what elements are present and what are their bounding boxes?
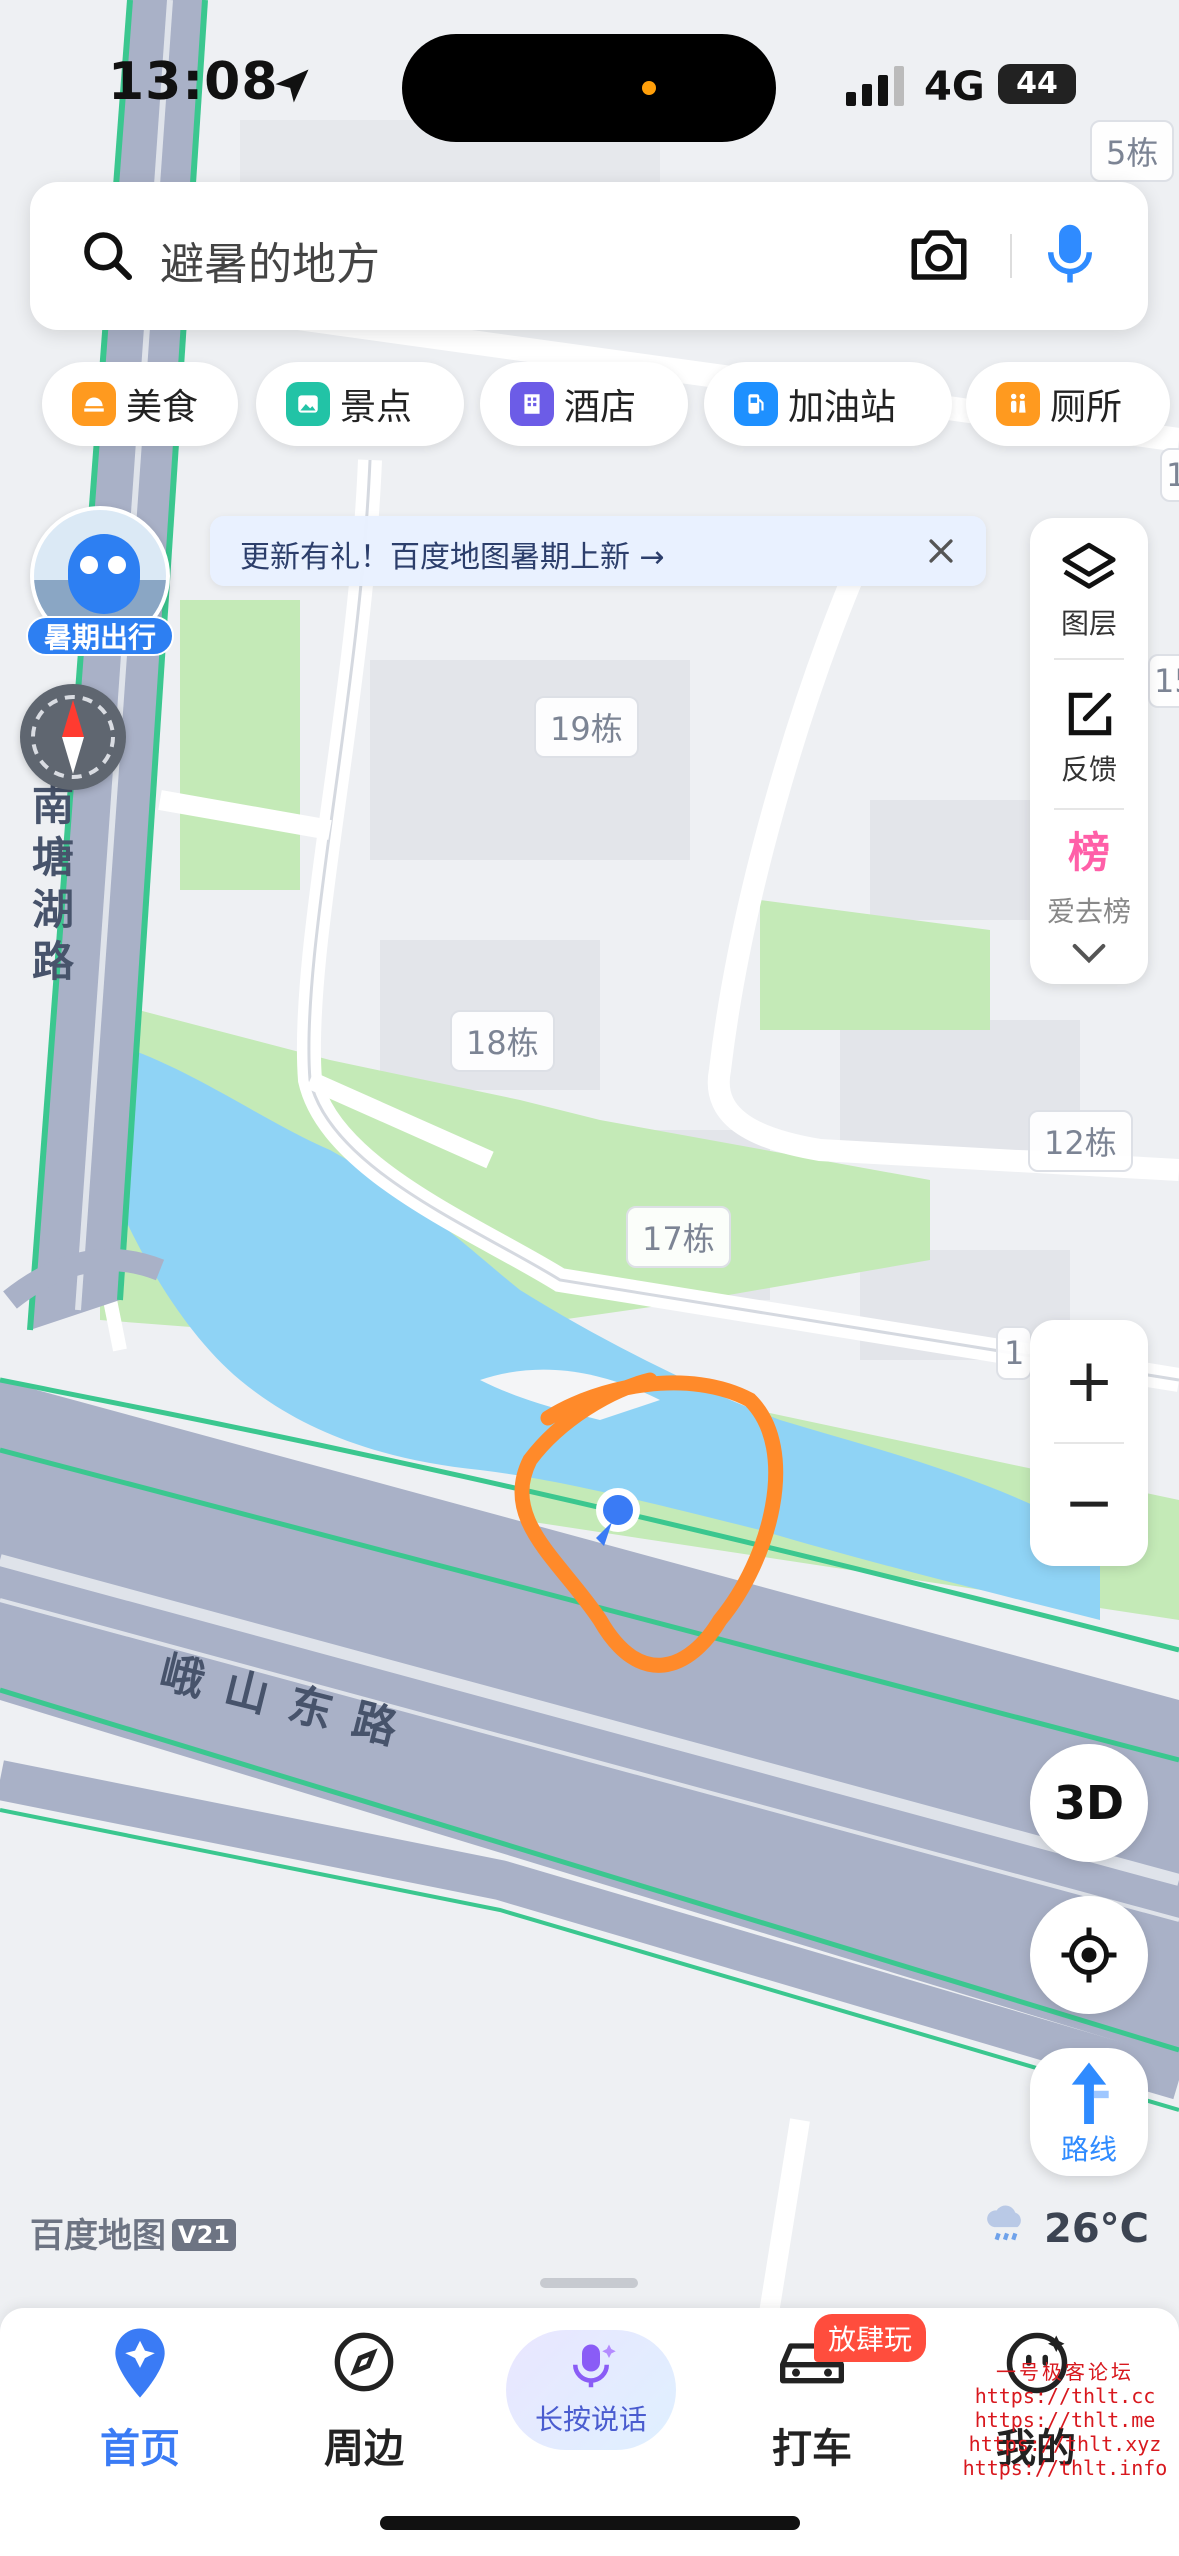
road-name-nantanghu: 南塘湖路 (31, 781, 74, 986)
network-type: 4G (924, 64, 985, 110)
chip-label: 美食 (126, 387, 199, 428)
building-label: 19栋 (534, 696, 639, 758)
green-area (180, 600, 300, 890)
search-input[interactable]: 避暑的地方 (160, 228, 380, 292)
cloud-rain-icon (987, 2205, 1021, 2241)
food-icon (72, 382, 116, 426)
scenic-icon (286, 382, 330, 426)
ranking-label: 爱去榜 (1046, 895, 1131, 928)
locate-icon (1061, 1927, 1117, 1983)
layers-button[interactable]: 图层 (1030, 518, 1148, 648)
layers-icon (1062, 542, 1116, 589)
signal-icon (846, 66, 904, 106)
chip-label: 景点 (340, 387, 413, 428)
map-version: V21 (172, 2219, 236, 2251)
nav-nearby[interactable]: 周边 (264, 2320, 464, 2480)
feedback-icon (1068, 692, 1112, 736)
chip-label: 加油站 (788, 387, 897, 428)
summer-travel-promo[interactable]: 暑期出行 (26, 506, 174, 656)
status-time: 13:08 (108, 52, 279, 112)
gas-station-icon (734, 382, 778, 426)
route-button[interactable]: 路线 (1030, 2048, 1148, 2176)
building-label: 5栋 (1090, 120, 1175, 182)
ranking-icon: 榜 (1067, 828, 1110, 877)
home-map-pin-icon (115, 2328, 165, 2398)
zoom-out-button[interactable]: − (1030, 1444, 1148, 1566)
taxi-promo-badge: 放肆玩 (814, 2314, 927, 2362)
map-tools-panel: 图层 反馈 榜 爱去榜 (1030, 518, 1148, 984)
category-gas-station[interactable]: 加油站 (704, 362, 952, 446)
search-divider (1010, 234, 1012, 278)
category-hotel[interactable]: 酒店 (480, 362, 688, 446)
voice-label: 长按说话 (534, 2403, 647, 2436)
nav-home[interactable]: 首页 (40, 2320, 240, 2480)
category-toilet[interactable]: 厕所 (966, 362, 1170, 446)
camera-icon[interactable] (906, 224, 972, 286)
feedback-label: 反馈 (1060, 753, 1117, 786)
toilet-icon (996, 382, 1040, 426)
building-label: 12栋 (1028, 1110, 1133, 1172)
dynamic-island (402, 34, 776, 142)
route-arrow-icon (1071, 2062, 1109, 2124)
category-food[interactable]: 美食 (42, 362, 238, 446)
battery-icon: 44 (998, 64, 1076, 104)
building-label: 1 (996, 1326, 1033, 1380)
close-icon[interactable] (924, 534, 958, 568)
location-services-icon (275, 69, 309, 103)
zoom-controls: + − (1030, 1320, 1148, 1566)
sheet-grabber[interactable] (540, 2278, 638, 2288)
chevron-down-icon[interactable] (1070, 940, 1108, 968)
microphone-icon[interactable] (1042, 222, 1098, 288)
update-banner[interactable]: 更新有礼！百度地图暑期上新 → (210, 516, 986, 586)
voice-button[interactable]: 长按说话 (506, 2330, 676, 2450)
banner-text: 更新有礼！百度地图暑期上新 → (240, 540, 665, 575)
search-bar[interactable]: 避暑的地方 (30, 182, 1148, 330)
compass-nav-icon (334, 2332, 394, 2392)
category-scenic[interactable]: 景点 (256, 362, 464, 446)
privacy-indicator-dot (642, 81, 656, 95)
nav-home-label: 首页 (100, 2426, 180, 2472)
chip-label: 厕所 (1050, 387, 1123, 428)
search-icon (84, 232, 133, 281)
promo-label: 暑期出行 (26, 616, 174, 656)
compass-icon (31, 695, 115, 779)
feedback-button[interactable]: 反馈 (1030, 668, 1148, 798)
map-logo: 百度地图 V21 (30, 2208, 236, 2257)
voice-mic-icon (573, 2344, 616, 2388)
building-label: 1 (1160, 448, 1179, 502)
zoom-in-button[interactable]: + (1030, 1320, 1148, 1442)
building-block (370, 660, 690, 860)
building-label: 15 (1148, 654, 1179, 708)
building-label: 17栋 (626, 1206, 731, 1268)
compass-button[interactable] (20, 684, 126, 790)
weather-temperature: 26°C (1044, 2206, 1150, 2252)
layers-label: 图层 (1060, 607, 1117, 640)
ranking-button[interactable]: 榜 爱去榜 (1030, 818, 1148, 948)
chip-label: 酒店 (564, 387, 637, 428)
route-label: 路线 (1060, 2133, 1117, 2166)
3d-toggle-button[interactable]: 3D (1030, 1744, 1148, 1862)
locate-me-button[interactable] (1030, 1896, 1148, 2014)
nav-taxi-label: 打车 (772, 2426, 852, 2472)
nav-nearby-label: 周边 (324, 2426, 404, 2472)
map-logo-name: 百度地图 (30, 2216, 166, 2256)
home-indicator (380, 2516, 800, 2530)
hotel-icon (510, 382, 554, 426)
building-label: 18栋 (450, 1010, 555, 1072)
forum-watermark: 一号极客论坛 https://thlt.cc https://thlt.me h… (962, 2360, 1168, 2480)
